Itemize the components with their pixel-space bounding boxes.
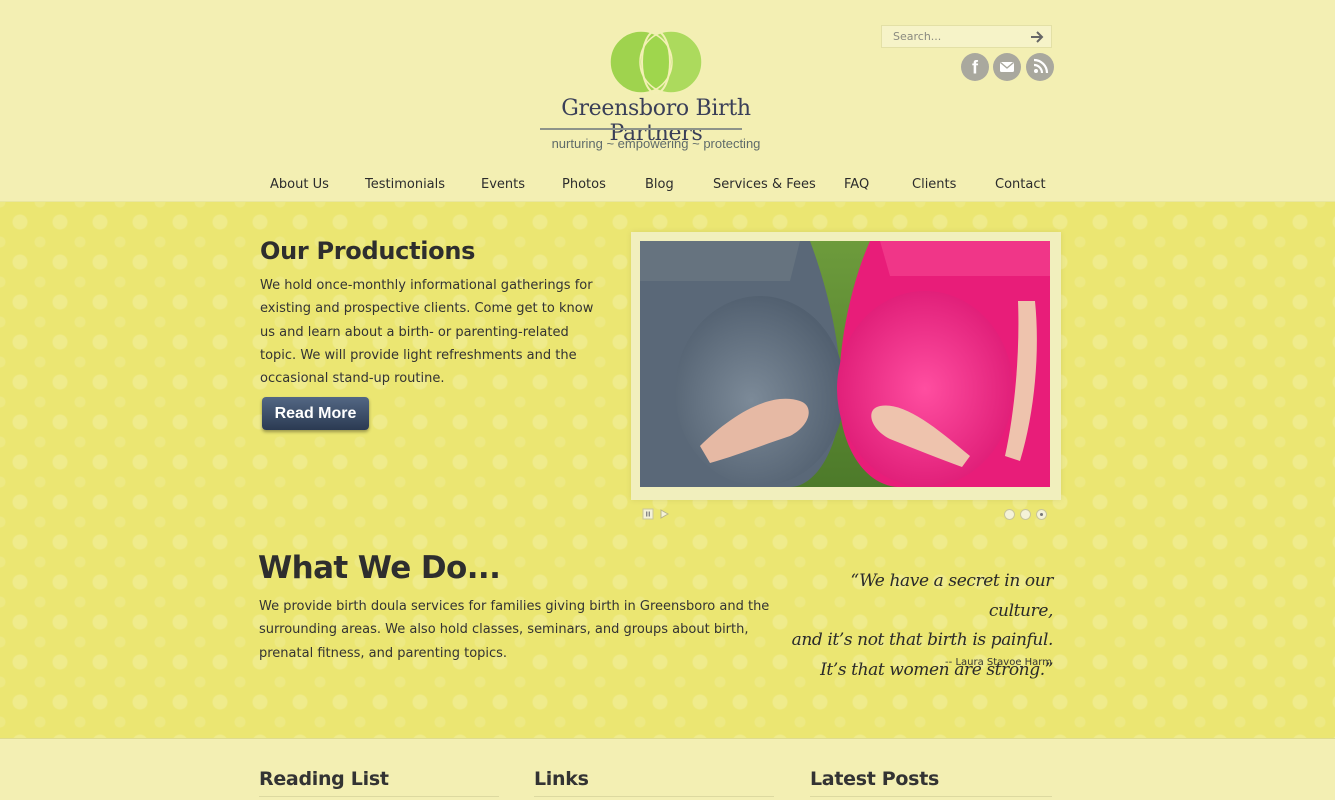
nav-item-clients[interactable]: Clients xyxy=(912,177,956,192)
footer-divider xyxy=(534,796,774,797)
main-content: Our Productions We hold once-monthly inf… xyxy=(0,202,1335,739)
site-footer: Reading List Links Latest Posts xyxy=(0,740,1335,800)
logo-divider xyxy=(540,128,742,130)
slideshow xyxy=(631,232,1061,500)
quote-line: and it’s not that birth is painful. xyxy=(791,630,1054,650)
feature-title: Our Productions xyxy=(260,237,476,265)
arrow-right-icon[interactable] xyxy=(1027,27,1047,47)
nav-item-events[interactable]: Events xyxy=(481,177,525,192)
nav-item-faq[interactable]: FAQ xyxy=(844,177,869,192)
play-icon[interactable] xyxy=(658,508,670,520)
nav-item-photos[interactable]: Photos xyxy=(562,177,606,192)
quote-author: -- Laura Stavoe Harm xyxy=(945,657,1052,668)
nav-item-blog[interactable]: Blog xyxy=(645,177,674,192)
site-logo[interactable]: Greensboro Birth Partners nurturing ~ em… xyxy=(520,22,792,157)
email-icon[interactable] xyxy=(993,53,1021,81)
footer-title-latest-posts: Latest Posts xyxy=(810,768,939,790)
footer-divider xyxy=(259,796,499,797)
facebook-icon[interactable]: f xyxy=(961,53,989,81)
main-nav: About Us Testimonials Events Photos Blog… xyxy=(0,177,1335,197)
rss-icon[interactable] xyxy=(1026,53,1054,81)
svg-text:f: f xyxy=(972,58,979,78)
about-text: We provide birth doula services for fami… xyxy=(259,599,770,661)
nav-item-testimonials[interactable]: Testimonials xyxy=(365,177,445,192)
nav-item-contact[interactable]: Contact xyxy=(995,177,1046,192)
brand-tagline: nurturing ~ empowering ~ protecting xyxy=(551,136,761,151)
search-box xyxy=(881,25,1052,48)
nav-item-about-us[interactable]: About Us xyxy=(270,177,329,192)
pregnant-bellies-photo xyxy=(640,241,1050,487)
about-title: What We Do... xyxy=(258,550,501,586)
quote-line: “We have a secret in our culture, xyxy=(850,571,1053,621)
slide-dot-3[interactable] xyxy=(1036,509,1047,520)
site-header: Greensboro Birth Partners nurturing ~ em… xyxy=(0,0,1335,202)
pause-icon[interactable] xyxy=(642,508,654,520)
footer-title-reading-list: Reading List xyxy=(259,768,389,790)
read-more-button[interactable]: Read More xyxy=(262,397,369,430)
feature-text: We hold once-monthly informational gathe… xyxy=(260,278,594,387)
slide-dot-2[interactable] xyxy=(1020,509,1031,520)
slide-dot-1[interactable] xyxy=(1004,509,1015,520)
logo-circles-icon xyxy=(609,30,703,94)
footer-title-links: Links xyxy=(534,768,589,790)
nav-item-services-fees[interactable]: Services & Fees xyxy=(713,177,816,192)
search-input[interactable] xyxy=(882,26,1022,47)
slide-image[interactable] xyxy=(640,241,1050,487)
footer-divider xyxy=(810,796,1052,797)
